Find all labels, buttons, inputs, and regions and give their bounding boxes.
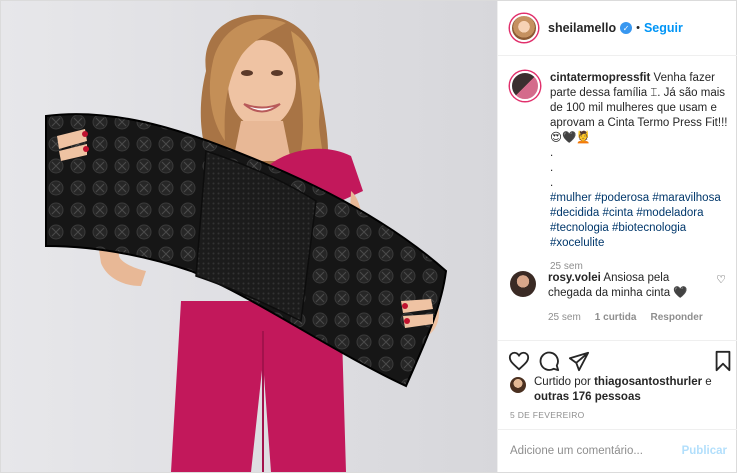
caption-dot: . — [550, 177, 554, 189]
likes-middle: e — [702, 376, 712, 388]
caption-hashtags: #mulher #poderosa #maravilhosa #decidida… — [550, 191, 732, 251]
caption-dot: . — [550, 162, 554, 174]
hashtag-link[interactable]: #decidida — [550, 207, 599, 219]
hashtag-link[interactable]: #mulher — [550, 192, 592, 204]
hashtag-link[interactable]: #modeladora — [636, 207, 703, 219]
hashtag-link[interactable]: #tecnologia — [550, 222, 609, 234]
comment-input[interactable] — [510, 445, 682, 457]
comment-likes[interactable]: 1 curtida — [595, 312, 637, 323]
hashtag-link[interactable]: #cinta — [602, 207, 633, 219]
hashtag-link[interactable]: #poderosa — [595, 192, 649, 204]
comment-like-heart-icon[interactable]: ♡ — [716, 273, 726, 286]
likes-others-link[interactable]: outras 176 pessoas — [534, 391, 641, 403]
hashtag-link[interactable]: #xocelulite — [550, 237, 604, 249]
action-bar — [498, 340, 737, 380]
caption: cintatermopressfit Venha fazer parte des… — [510, 71, 732, 274]
post-sidebar: sheilamello ✓ • Seguir cintatermopressfi… — [497, 1, 737, 472]
post-header: sheilamello ✓ • Seguir — [498, 1, 737, 56]
reply-button[interactable]: Responder — [650, 312, 702, 323]
post-date[interactable]: 5 DE FEVEREIRO — [510, 410, 585, 420]
check-badge-icon: ✓ — [620, 22, 633, 34]
likes-prefix: Curtido por — [534, 376, 595, 388]
comment-bubble-icon[interactable] — [538, 350, 560, 372]
instagram-post: sheilamello ✓ • Seguir cintatermopressfi… — [0, 0, 737, 473]
likes-summary: Curtido por thiagosantosthurler e outras… — [510, 375, 732, 405]
hashtag-link[interactable]: #biotecnologia — [612, 222, 686, 234]
liker-avatar[interactable] — [510, 377, 526, 393]
follow-button[interactable]: Seguir — [644, 21, 683, 35]
commenter-avatar[interactable] — [510, 271, 536, 297]
likes-text: Curtido por thiagosantosthurler e outras… — [534, 375, 732, 405]
author-username[interactable]: sheilamello — [548, 21, 616, 35]
caption-author-avatar[interactable] — [510, 71, 540, 101]
publish-button[interactable]: Publicar — [682, 445, 727, 457]
share-paper-plane-icon[interactable] — [568, 350, 590, 372]
commenter-username[interactable]: rosy.volei — [548, 272, 601, 284]
heart-icon[interactable] — [508, 350, 530, 372]
add-comment-bar: Publicar — [498, 429, 737, 472]
comment-time[interactable]: 25 sem — [548, 312, 581, 323]
bookmark-icon[interactable] — [712, 350, 734, 372]
hashtag-link[interactable]: #maravilhosa — [652, 192, 720, 204]
author-avatar[interactable] — [510, 14, 538, 42]
caption-dot: . — [550, 147, 554, 159]
comment-body: rosy.volei Ansiosa pela chegada da minha… — [548, 271, 698, 301]
caption-username[interactable]: cintatermopressfit — [550, 72, 650, 84]
caption-body: cintatermopressfit Venha fazer parte des… — [550, 71, 732, 274]
header-separator: • — [636, 22, 640, 34]
comment-meta: 25 sem 1 curtida Responder — [548, 312, 703, 323]
post-photo[interactable] — [1, 1, 497, 472]
liker-username[interactable]: thiagosantosthurler — [594, 376, 702, 388]
comment-item: rosy.volei Ansiosa pela chegada da minha… — [510, 271, 732, 301]
woman-holding-waist-trainer-illustration — [45, 14, 448, 472]
